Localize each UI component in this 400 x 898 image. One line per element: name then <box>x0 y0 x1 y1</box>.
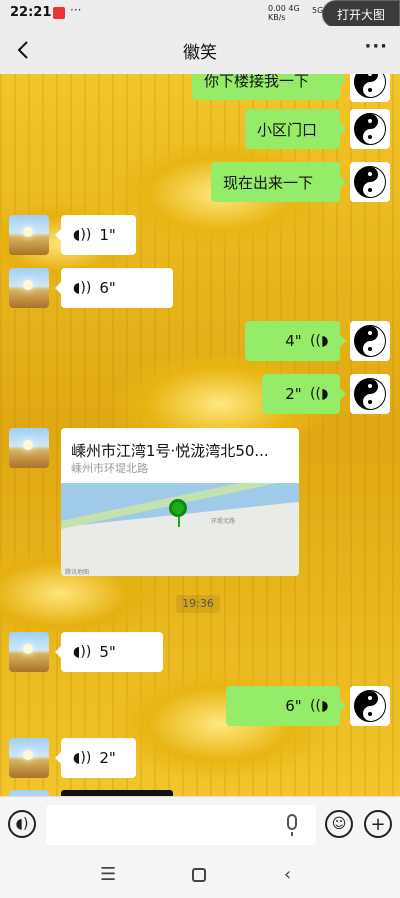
message-input[interactable] <box>46 805 316 845</box>
voice-wave-icon: ◖)) <box>73 227 92 243</box>
back-icon[interactable]: ‹ <box>284 864 291 885</box>
voice-wave-icon: ◖)) <box>73 644 92 660</box>
voice-message-bubble[interactable]: 2" ◖)) <box>262 374 346 414</box>
chat-area[interactable]: 你下楼接我一下 小区门口 现在出来一下 ◖)) 1" ◖)) 6" 4" ◖))… <box>0 74 400 796</box>
location-card[interactable]: 嵊州市江湾1号·悦泷湾北50... 嵊州市环堤北路 环堤北路 腾讯地图 <box>61 428 299 576</box>
chat-title: 徽笑 <box>183 43 217 63</box>
contact-avatar[interactable] <box>9 215 49 255</box>
my-avatar[interactable] <box>350 162 390 202</box>
contact-avatar[interactable] <box>9 268 49 308</box>
status-time: 22:21 <box>10 5 52 20</box>
menu-icon[interactable]: ☰ <box>100 864 116 885</box>
message-text: 小区门口 <box>257 120 318 139</box>
location-address: 嵊州市环堤北路 <box>71 462 148 475</box>
map-road-label: 环堤北路 <box>211 518 236 525</box>
voice-duration: 6" <box>99 279 116 297</box>
map-pin-stem <box>178 517 180 527</box>
my-avatar[interactable] <box>350 321 390 361</box>
voice-message-bubble[interactable]: ◖)) 5" <box>55 632 163 672</box>
input-bar: ◖) ☺ + <box>0 796 400 854</box>
status-more-dots: ··· <box>70 3 82 17</box>
my-avatar[interactable] <box>350 686 390 726</box>
contact-avatar[interactable] <box>9 632 49 672</box>
net-type: 4G <box>288 4 300 13</box>
location-map-preview: 环堤北路 腾讯地图 <box>61 483 299 576</box>
voice-duration: 2" <box>99 749 116 767</box>
my-avatar[interactable] <box>350 109 390 149</box>
system-nav-bar: ☰ ‹ <box>0 854 400 898</box>
net-speed-unit: KB/s <box>268 13 286 22</box>
voice-duration: 1" <box>99 226 116 244</box>
net-speed-value: 0.00 <box>268 4 286 13</box>
voice-duration: 6" <box>285 697 302 715</box>
map-pin-icon <box>169 499 187 517</box>
voice-duration: 5" <box>99 643 116 661</box>
voice-duration: 4" <box>285 332 302 350</box>
message-bubble-text[interactable]: 你下楼接我一下 <box>192 74 346 100</box>
yin-yang-icon <box>354 325 386 357</box>
voice-message-bubble[interactable]: ◖)) 6" <box>55 268 173 308</box>
contact-avatar[interactable] <box>9 738 49 778</box>
message-bubble-text[interactable]: 小区门口 <box>245 109 346 149</box>
voice-wave-icon: ◖)) <box>73 750 92 766</box>
emoji-icon[interactable]: ☺ <box>325 810 353 838</box>
more-dots-icon[interactable]: ··· <box>364 36 388 57</box>
contact-avatar[interactable] <box>9 428 49 468</box>
microphone-icon[interactable] <box>287 814 297 836</box>
voice-wave-icon: ◖)) <box>309 386 328 402</box>
notification-app-icon <box>53 7 65 19</box>
network-speed: 0.00 4G KB/s <box>268 4 300 22</box>
my-avatar[interactable] <box>350 374 390 414</box>
message-text: 你下楼接我一下 <box>204 74 310 90</box>
voice-wave-icon: ◖)) <box>309 698 328 714</box>
voice-mode-icon[interactable]: ◖) <box>8 810 36 838</box>
yin-yang-icon <box>354 690 386 722</box>
voice-message-bubble[interactable]: 4" ◖)) <box>245 321 346 361</box>
message-text: 现在出来一下 <box>223 173 314 192</box>
yin-yang-icon <box>354 74 386 98</box>
plus-icon[interactable]: + <box>364 810 392 838</box>
voice-message-bubble[interactable]: 6" ◖)) <box>226 686 346 726</box>
message-bubble-text[interactable]: 现在出来一下 <box>211 162 346 202</box>
voice-wave-icon: ◖)) <box>309 333 328 349</box>
voice-duration: 2" <box>285 385 302 403</box>
map-provider-label: 腾讯地图 <box>65 569 90 576</box>
message-timestamp: 19:36 <box>176 595 220 613</box>
yin-yang-icon <box>354 166 386 198</box>
voice-message-bubble[interactable]: ◖)) 2" <box>55 738 136 778</box>
voice-wave-icon: ◖)) <box>73 280 92 296</box>
my-avatar[interactable] <box>350 74 390 102</box>
voice-message-bubble[interactable]: ◖)) 1" <box>55 215 136 255</box>
chat-header: 徽笑 ··· <box>0 26 400 74</box>
yin-yang-icon <box>354 378 386 410</box>
status-bar: 22:21 ··· 0.00 4G KB/s 5G 打开大图 <box>0 0 400 28</box>
location-title: 嵊州市江湾1号·悦泷湾北50... <box>71 442 269 460</box>
home-icon[interactable] <box>192 868 206 882</box>
yin-yang-icon <box>354 113 386 145</box>
open-full-image-button[interactable]: 打开大图 <box>322 0 400 28</box>
